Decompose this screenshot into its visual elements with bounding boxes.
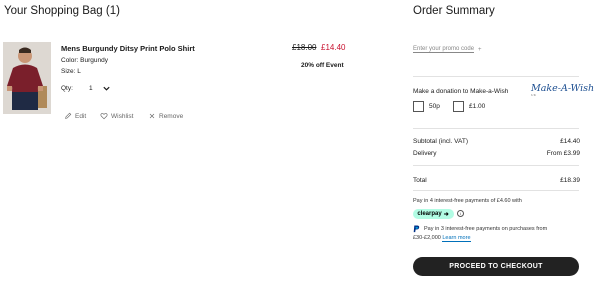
paypal-range: £30-£2,000 <box>413 235 441 241</box>
subtotal-value: £14.40 <box>560 138 580 145</box>
close-icon <box>149 113 155 119</box>
clearpay-text: Pay in 4 interest-free payments of £4.60… <box>413 198 522 204</box>
wishlist-button[interactable]: Wishlist <box>100 112 133 120</box>
remove-button[interactable]: Remove <box>148 112 183 120</box>
total-label: Total <box>413 177 427 184</box>
divider <box>413 128 579 129</box>
info-icon[interactable]: i <box>457 210 464 217</box>
total-value: £18.39 <box>560 177 580 184</box>
product-photo-figure <box>3 42 51 114</box>
sale-price: £14.40 <box>321 43 346 52</box>
clearpay-arrows-icon <box>443 212 449 216</box>
plus-icon: + <box>478 46 482 53</box>
delivery-label: Delivery <box>413 150 437 157</box>
total-row: Total £18.39 <box>413 177 580 184</box>
charity-logo-text: Make-A-Wish <box>531 83 595 94</box>
checkbox[interactable] <box>453 101 464 112</box>
paypal-range-line: £30-£2,000 Learn more <box>413 235 471 242</box>
divider <box>413 165 579 166</box>
heart-icon <box>100 113 108 120</box>
make-a-wish-logo: Make-A-Wish UK <box>531 84 594 97</box>
product-color: Color: Burgundy <box>61 57 108 64</box>
shopping-bag-title: Your Shopping Bag (1) <box>4 5 120 17</box>
promotion-label: 20% off Event <box>301 62 344 69</box>
checkbox[interactable] <box>413 101 424 112</box>
clearpay-badge-label: clearpay <box>417 211 442 217</box>
promo-code-link[interactable]: Enter your promo code + <box>413 46 482 53</box>
product-name[interactable]: Mens Burgundy Ditsy Print Polo Shirt <box>61 44 195 53</box>
divider <box>413 76 579 77</box>
paypal-text: Pay in 3 interest-free payments on purch… <box>424 226 548 232</box>
edit-label: Edit <box>75 112 87 120</box>
quantity-select[interactable]: 1 <box>89 85 93 92</box>
proceed-to-checkout-button[interactable]: PROCEED TO CHECKOUT <box>413 257 579 276</box>
paypal-icon <box>413 225 420 233</box>
clearpay-badge: clearpay <box>413 209 454 219</box>
remove-label: Remove <box>159 112 184 120</box>
subtotal-label: Subtotal (incl. VAT) <box>413 138 469 145</box>
divider <box>413 190 579 191</box>
chevron-down-icon[interactable] <box>102 84 111 93</box>
donation-label: Make a donation to Make-a-Wish <box>413 88 509 95</box>
delivery-row: Delivery From £3.99 <box>413 150 580 157</box>
wishlist-label: Wishlist <box>111 112 134 120</box>
quantity-label: Qty: <box>61 85 73 92</box>
subtotal-row: Subtotal (incl. VAT) £14.40 <box>413 138 580 145</box>
promo-code-label: Enter your promo code <box>413 46 475 53</box>
donation-option-label: £1.00 <box>469 103 486 110</box>
order-summary-title: Order Summary <box>413 5 495 17</box>
product-size: Size: L <box>61 68 81 75</box>
pencil-icon <box>65 112 72 119</box>
edit-button[interactable]: Edit <box>64 112 86 120</box>
learn-more-link[interactable]: Learn more <box>442 235 471 242</box>
donation-option-1-pound[interactable]: £1.00 <box>453 101 485 112</box>
donation-option-label: 50p <box>429 103 440 110</box>
product-image[interactable] <box>3 42 51 114</box>
donation-option-50p[interactable]: 50p <box>413 101 440 112</box>
delivery-value: From £3.99 <box>546 150 580 157</box>
original-price: £18.00 <box>292 43 317 52</box>
